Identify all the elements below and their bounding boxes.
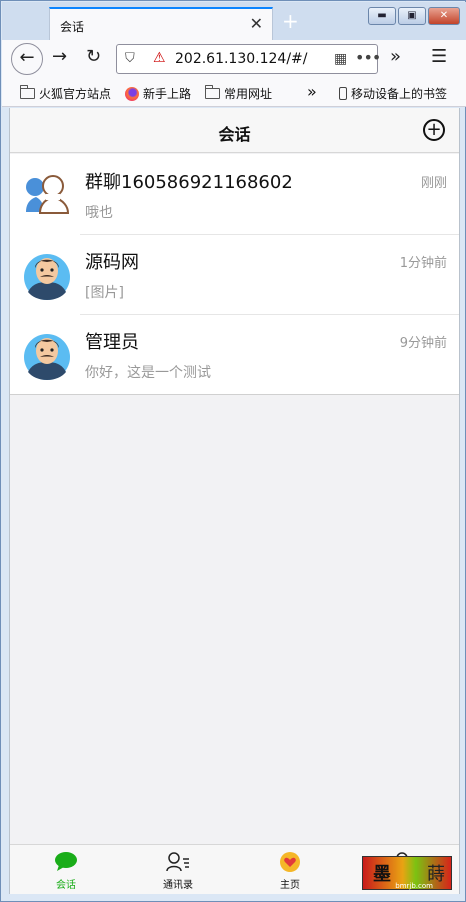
mobile-bookmarks-label: 移动设备上的书签 [351,87,448,101]
conversation-name: 管理员 [85,332,139,353]
contacts-icon [166,852,189,872]
conversation-time: 1分钟前 [399,256,447,271]
page-title: 会话 [218,125,251,144]
tab-title: 会话 [60,20,85,34]
new-tab-button[interactable]: + [282,9,299,33]
add-conversation-button[interactable]: + [423,119,445,141]
bookmarks-overflow-icon[interactable]: » [307,82,317,101]
maximize-button[interactable]: ▣ [398,7,426,25]
navigation-toolbar: ← → ↻ ⛉ ⚠ 202.61.130.124/#/ ▦ ••• » ☰ [2,40,466,79]
bookmark-item[interactable]: 新手上路 [125,85,191,102]
tab-home[interactable]: 主页 [250,851,330,891]
tab-label: 通讯录 [163,880,193,891]
url-text[interactable]: 202.61.130.124/#/ [175,51,308,67]
reload-button[interactable]: ↻ [86,46,101,67]
tab-conversations[interactable]: 会话 [26,851,106,891]
heart-icon [280,852,300,872]
conversation-item[interactable]: 群聊160586921168602 刚刚 哦也 [10,154,459,234]
conversation-preview: [图片] [85,285,124,301]
page-actions-icon[interactable]: ••• [355,48,381,67]
conversation-time: 刚刚 [420,176,447,191]
toolbar-overflow-icon[interactable]: » [390,46,401,67]
bottom-tab-bar: 会话 通讯录 主页 墨 蒔 bmrjb.com [10,844,459,894]
conversation-name: 群聊160586921168602 [85,172,293,193]
folder-icon [20,85,35,99]
folder-icon [205,85,220,99]
insecure-connection-icon[interactable]: ⚠ [153,50,166,66]
conversation-item[interactable]: 源码网 1分钟前 [图片] [10,234,459,314]
tab-label: 主页 [280,880,300,891]
tracking-shield-icon[interactable]: ⛉ [125,51,135,66]
tab-close-icon[interactable]: ✕ [250,14,263,33]
browser-tab-active[interactable]: 会话 ✕ [49,7,273,40]
bookmark-label: 新手上路 [143,87,192,101]
user-avatar-icon [24,334,70,380]
url-bar[interactable]: ⛉ ⚠ 202.61.130.124/#/ ▦ ••• [116,44,381,74]
watermark-main-char: 墨 [373,864,391,885]
minimize-button[interactable]: ▬ [368,7,396,25]
conversation-name: 源码网 [85,252,139,273]
tab-contacts[interactable]: 通讯录 [138,851,218,891]
conversation-item[interactable]: 管理员 9分钟前 你好，这是一个测试 [10,314,459,394]
hamburger-menu-icon[interactable]: ☰ [431,46,447,67]
forward-button[interactable]: → [52,46,67,67]
bookmark-label: 常用网址 [224,87,273,101]
site-watermark-logo: 墨 蒔 bmrjb.com [362,856,452,890]
bookmark-label: 火狐官方站点 [39,87,112,101]
bookmark-item[interactable]: 火狐官方站点 [20,85,111,102]
window-controls: ▬ ▣ ✕ [368,7,460,25]
chat-app: 会话 + 群聊160586921168602 刚刚 哦也 源码网 1分钟前 [图… [9,108,460,894]
conversation-preview: 哦也 [85,205,113,221]
group-avatar-icon [26,175,70,214]
conversation-time: 9分钟前 [399,336,447,351]
mobile-bookmarks[interactable]: 移动设备上的书签 [339,85,447,102]
tab-label: 会话 [56,880,76,891]
phone-icon [339,87,347,100]
back-button[interactable]: ← [11,43,43,75]
user-avatar-icon [24,254,70,300]
conversation-list: 群聊160586921168602 刚刚 哦也 源码网 1分钟前 [图片] 管理… [10,154,459,395]
bookmarks-toolbar: 火狐官方站点 新手上路 常用网址 » 移动设备上的书签 [2,79,466,107]
firefox-logo-icon [125,86,139,101]
app-header: 会话 + [10,108,459,153]
bookmark-item[interactable]: 常用网址 [205,85,272,102]
qr-code-icon[interactable]: ▦ [334,51,347,67]
chat-bubble-icon [55,852,77,871]
watermark-url: bmrjb.com [395,882,433,890]
browser-window: 会话 ✕ + ▬ ▣ ✕ ← → ↻ ⛉ ⚠ 202.61.130.124/#/… [0,0,466,902]
tab-strip: 会话 ✕ + ▬ ▣ ✕ [2,2,466,40]
conversation-preview: 你好，这是一个测试 [85,365,211,381]
close-window-button[interactable]: ✕ [428,7,460,25]
